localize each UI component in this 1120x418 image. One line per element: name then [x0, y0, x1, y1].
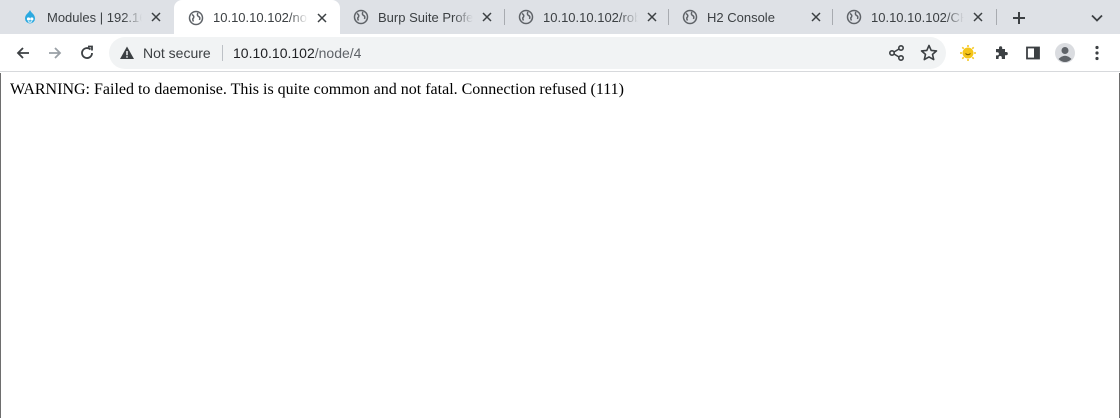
tab-title: 10.10.10.102/robo [543, 9, 638, 25]
chevron-down-icon [1091, 14, 1103, 22]
new-tab-button[interactable] [1008, 7, 1030, 29]
address-bar[interactable]: Not secure 10.10.10.102/node/4 [109, 37, 946, 69]
tab-title: H2 Console [707, 9, 775, 25]
extensions-button[interactable] [987, 39, 1015, 67]
reload-button[interactable] [73, 39, 101, 67]
tab-separator [832, 9, 833, 25]
tab-title: 10.10.10.102/CHA [871, 9, 964, 25]
globe-icon [188, 10, 204, 26]
tab-cha[interactable]: 10.10.10.102/CHA [832, 0, 996, 34]
globe-icon [846, 9, 862, 25]
tab-separator [996, 9, 997, 25]
url-path: /node/4 [314, 45, 362, 61]
avatar-icon [1055, 43, 1075, 63]
tab-search-button[interactable] [1086, 7, 1108, 29]
close-icon[interactable] [479, 9, 495, 25]
side-panel-icon [1026, 46, 1040, 60]
reload-icon [81, 45, 93, 59]
warning-message: WARNING: Failed to daemonise. This is qu… [10, 81, 624, 98]
page-viewport: WARNING: Failed to daemonise. This is qu… [0, 73, 1120, 418]
extension-sun-icon [960, 45, 976, 61]
arrow-right-icon [49, 47, 62, 59]
tab-robots[interactable]: 10.10.10.102/robo [504, 0, 670, 34]
url-host: 10.10.10.102 [233, 45, 315, 61]
close-icon[interactable] [314, 10, 330, 26]
divider [222, 45, 223, 61]
tab-title: 10.10.10.102/node [213, 10, 308, 25]
globe-icon [353, 9, 369, 25]
url-text[interactable]: 10.10.10.102/node/4 [233, 45, 361, 61]
close-icon[interactable] [808, 9, 824, 25]
close-icon[interactable] [970, 9, 986, 25]
profile-button[interactable] [1051, 39, 1079, 67]
arrow-left-icon [16, 47, 29, 59]
browser-toolbar: Not secure 10.10.10.102/node/4 [0, 34, 1120, 72]
share-icon[interactable] [887, 43, 907, 63]
bookmark-star-icon[interactable] [919, 43, 939, 63]
side-panel-button[interactable] [1019, 39, 1047, 67]
security-status[interactable]: Not secure [143, 45, 211, 61]
menu-button[interactable] [1083, 39, 1111, 67]
close-icon[interactable] [644, 9, 660, 25]
tab-modules[interactable]: Modules | 192.168. [8, 0, 174, 34]
warning-icon[interactable] [119, 45, 135, 61]
drupal-icon [22, 9, 38, 25]
forward-button[interactable] [41, 39, 69, 67]
globe-icon [518, 9, 534, 25]
globe-icon [682, 9, 698, 25]
tab-separator [504, 9, 505, 25]
tab-burp[interactable]: Burp Suite Professi [339, 0, 505, 34]
extension-button[interactable] [954, 39, 982, 67]
tab-node-4[interactable]: 10.10.10.102/node [174, 0, 340, 35]
puzzle-icon [996, 46, 1008, 59]
plus-icon [1013, 12, 1025, 24]
tab-title: Modules | 192.168. [47, 9, 142, 25]
close-icon[interactable] [148, 9, 164, 25]
more-vert-icon [1095, 45, 1099, 61]
tab-strip: Modules | 192.168. 10.10.10.102/node Bur… [0, 0, 1120, 35]
tab-title: Burp Suite Professi [378, 9, 473, 25]
tab-separator [668, 9, 669, 25]
back-button[interactable] [9, 39, 37, 67]
tab-h2-console[interactable]: H2 Console [668, 0, 834, 34]
